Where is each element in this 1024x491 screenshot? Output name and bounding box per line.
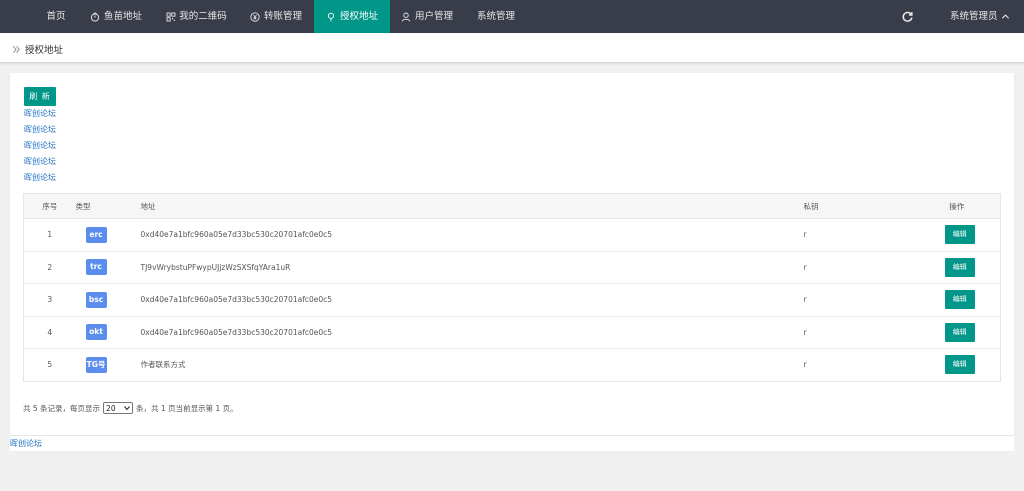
- nav-home[interactable]: 首页: [34, 0, 78, 33]
- timer-icon: [90, 11, 101, 22]
- cell-address: 作者联系方式: [140, 348, 804, 382]
- admin-user-label: 系统管理员: [950, 11, 998, 22]
- type-badge: okt: [85, 324, 107, 341]
- table-header-row: 序号 类型 地址 私钥 操作: [23, 193, 1001, 219]
- table-row: 3 bsc 0xd40e7a1bfc960a05e7d33bc530c20701…: [23, 283, 1001, 317]
- cell-address: TJ9vWrybstuPFwypUJjzWzSXSfqYAra1uR: [140, 251, 804, 284]
- pager-suffix: 条，共 1 页当前显示第 1 页。: [136, 403, 238, 413]
- chevron-down-icon: [124, 406, 130, 411]
- breadcrumb: 授权地址: [12, 42, 63, 56]
- breadcrumb-bar: 授权地址: [0, 33, 1024, 63]
- page-size-value: 20: [106, 403, 116, 413]
- location-icon: [326, 11, 337, 22]
- edit-button[interactable]: 编辑: [944, 225, 975, 245]
- cell-no: 2: [23, 251, 76, 284]
- nav-fish-address-label: 鱼苗地址: [103, 11, 142, 22]
- cell-address: 0xd40e7a1bfc960a05e7d33bc530c20701afc0e0…: [140, 316, 804, 349]
- edit-button[interactable]: 编辑: [944, 355, 975, 375]
- nav-user-management-label: 用户管理: [414, 11, 453, 22]
- breadcrumb-current: 授权地址: [25, 45, 64, 56]
- double-chevron-right-icon: [13, 45, 20, 53]
- cell-private-key: r: [803, 348, 914, 382]
- cell-private-key: r: [803, 218, 914, 252]
- admin-user-menu[interactable]: 系统管理员: [950, 0, 1010, 33]
- cell-address: 0xd40e7a1bfc960a05e7d33bc530c20701afc0e0…: [140, 218, 804, 252]
- nav-system-management[interactable]: 系统管理: [468, 0, 524, 33]
- nav-transfer-management[interactable]: 转账管理: [240, 0, 312, 33]
- yen-icon: [250, 11, 261, 22]
- forum-link-1[interactable]: 晖创论坛: [24, 109, 56, 119]
- chevron-up-icon: [1001, 14, 1009, 19]
- main-panel: 刷 新 晖创论坛 晖创论坛 晖创论坛 晖创论坛 晖创论坛 序号 类型 地址 私钥…: [10, 73, 1014, 435]
- nav-my-qrcode-label: 我的二维码: [179, 11, 227, 22]
- cell-no: 5: [23, 348, 76, 382]
- nav-home-label: 首页: [46, 11, 66, 22]
- nav-my-qrcode[interactable]: 我的二维码: [155, 0, 237, 33]
- header-no: 序号: [23, 193, 76, 219]
- refresh-icon[interactable]: [901, 10, 914, 23]
- user-icon: [401, 11, 412, 22]
- header-operation: 操作: [913, 193, 1001, 219]
- table-row: 4 okt 0xd40e7a1bfc960a05e7d33bc530c20701…: [23, 316, 1001, 349]
- cell-no: 1: [23, 218, 76, 252]
- nav-authorized-address[interactable]: 授权地址: [314, 0, 390, 33]
- cell-no: 4: [23, 316, 76, 349]
- header-address: 地址: [140, 193, 804, 219]
- table-row: 5 TG号 作者联系方式 r 编辑: [23, 348, 1001, 382]
- nav-system-management-label: 系统管理: [476, 11, 515, 22]
- header-type: 类型: [75, 193, 141, 219]
- qrcode-icon: [165, 11, 176, 22]
- address-table: 序号 类型 地址 私钥 操作 1 erc 0xd40e7a1bfc960a05e…: [23, 193, 1001, 382]
- footer-bar: 晖创论坛: [10, 436, 1014, 451]
- forum-link-4[interactable]: 晖创论坛: [24, 157, 56, 167]
- cell-address: 0xd40e7a1bfc960a05e7d33bc530c20701afc0e0…: [140, 283, 804, 317]
- edit-button[interactable]: 编辑: [944, 322, 975, 342]
- pager-prefix: 共 5 条记录，每页显示: [23, 403, 101, 413]
- nav-fish-address[interactable]: 鱼苗地址: [80, 0, 152, 33]
- cell-no: 3: [23, 283, 76, 317]
- type-badge: erc: [85, 226, 107, 243]
- nav-transfer-management-label: 转账管理: [263, 11, 302, 22]
- type-badge: TG号: [85, 356, 107, 373]
- table-row: 1 erc 0xd40e7a1bfc960a05e7d33bc530c20701…: [23, 218, 1001, 252]
- refresh-button[interactable]: 刷 新: [24, 87, 56, 106]
- pagination-info: 共 5 条记录，每页显示 20 条，共 1 页当前显示第 1 页。: [23, 402, 238, 414]
- top-navbar: 首页 鱼苗地址 我的二维码 转账管理 授权地址 用户管理 系统管理 系统管理员: [0, 0, 1024, 33]
- forum-link-5[interactable]: 晖创论坛: [24, 173, 56, 183]
- type-badge: trc: [85, 259, 107, 276]
- table-row: 2 trc TJ9vWrybstuPFwypUJjzWzSXSfqYAra1uR…: [23, 251, 1001, 284]
- footer-forum-link[interactable]: 晖创论坛: [10, 438, 42, 449]
- forum-link-2[interactable]: 晖创论坛: [24, 125, 56, 135]
- nav-authorized-address-label: 授权地址: [339, 11, 378, 22]
- cell-private-key: r: [803, 316, 914, 349]
- header-private-key: 私钥: [803, 193, 914, 219]
- cell-private-key: r: [803, 251, 914, 284]
- type-badge: bsc: [85, 291, 107, 308]
- forum-link-3[interactable]: 晖创论坛: [24, 141, 56, 151]
- edit-button[interactable]: 编辑: [944, 257, 975, 277]
- page-size-select[interactable]: 20: [103, 402, 134, 414]
- cell-private-key: r: [803, 283, 914, 317]
- nav-user-management[interactable]: 用户管理: [392, 0, 462, 33]
- edit-button[interactable]: 编辑: [944, 290, 975, 310]
